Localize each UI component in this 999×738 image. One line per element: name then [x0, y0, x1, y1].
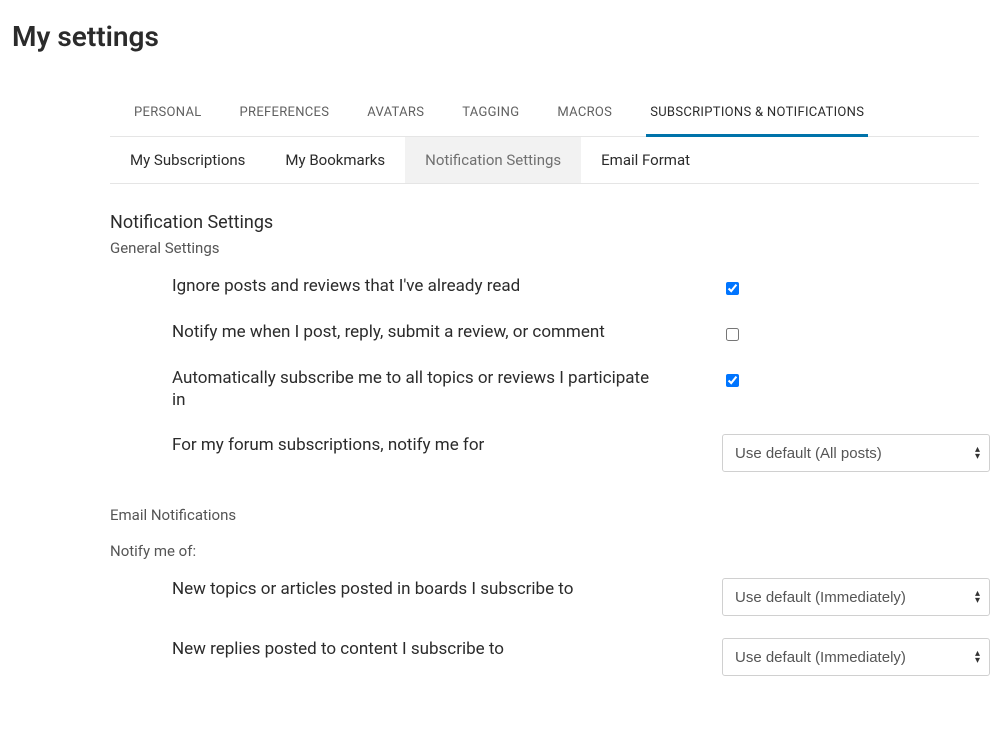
secondary-tabs: My Subscriptions My Bookmarks Notificati…: [110, 137, 979, 184]
tab-macros[interactable]: MACROS: [553, 93, 616, 136]
setting-new-topics-select[interactable]: Use default (Immediately): [722, 578, 990, 616]
setting-forum-subscriptions: For my forum subscriptions, notify me fo…: [172, 434, 979, 472]
setting-new-replies: New replies posted to content I subscrib…: [172, 638, 979, 676]
email-notifications-subheading: Email Notifications: [110, 506, 979, 524]
setting-ignore-read: Ignore posts and reviews that I've alrea…: [172, 275, 979, 299]
setting-new-topics: New topics or articles posted in boards …: [172, 578, 979, 616]
setting-notify-post-checkbox[interactable]: [726, 328, 739, 341]
subtab-email-format[interactable]: Email Format: [581, 137, 710, 183]
setting-new-replies-label: New replies posted to content I subscrib…: [172, 638, 672, 661]
primary-tabs: PERSONAL PREFERENCES AVATARS TAGGING MAC…: [110, 93, 979, 137]
setting-ignore-read-label: Ignore posts and reviews that I've alrea…: [172, 275, 672, 298]
subtab-notification-settings[interactable]: Notification Settings: [405, 137, 581, 183]
notification-settings-heading: Notification Settings: [110, 212, 979, 233]
setting-new-replies-select[interactable]: Use default (Immediately): [722, 638, 990, 676]
tab-preferences[interactable]: PREFERENCES: [236, 93, 334, 136]
setting-new-topics-label: New topics or articles posted in boards …: [172, 578, 672, 601]
setting-auto-subscribe: Automatically subscribe me to all topics…: [172, 367, 979, 413]
setting-notify-post: Notify me when I post, reply, submit a r…: [172, 321, 979, 345]
subtab-my-subscriptions[interactable]: My Subscriptions: [110, 137, 265, 183]
setting-auto-subscribe-checkbox[interactable]: [726, 374, 739, 387]
setting-notify-post-label: Notify me when I post, reply, submit a r…: [172, 321, 672, 344]
notify-me-of-subheading: Notify me of:: [110, 542, 979, 560]
setting-forum-subscriptions-label: For my forum subscriptions, notify me fo…: [172, 434, 672, 457]
tab-personal[interactable]: PERSONAL: [130, 93, 206, 136]
setting-auto-subscribe-label: Automatically subscribe me to all topics…: [172, 367, 672, 413]
subtab-my-bookmarks[interactable]: My Bookmarks: [265, 137, 405, 183]
setting-ignore-read-checkbox[interactable]: [726, 282, 739, 295]
tab-avatars[interactable]: AVATARS: [363, 93, 428, 136]
general-settings-subheading: General Settings: [110, 239, 979, 257]
tab-tagging[interactable]: TAGGING: [458, 93, 523, 136]
tab-subscriptions-notifications[interactable]: SUBSCRIPTIONS & NOTIFICATIONS: [646, 93, 868, 137]
page-title: My settings: [12, 20, 989, 53]
setting-forum-subscriptions-select[interactable]: Use default (All posts): [722, 434, 990, 472]
